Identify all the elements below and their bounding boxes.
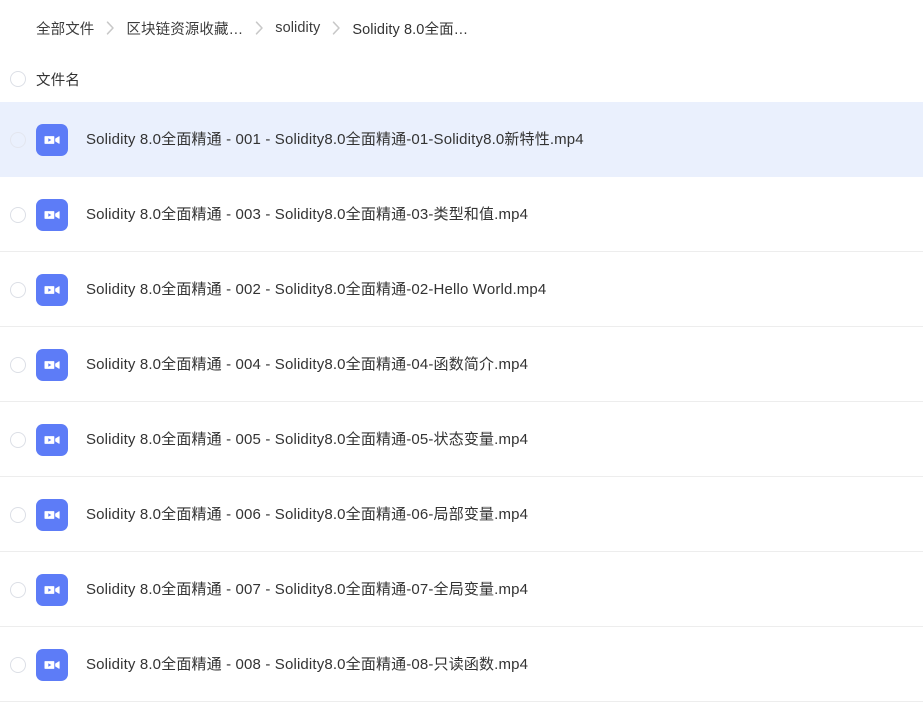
breadcrumb-item-1[interactable]: 全部文件	[36, 18, 94, 39]
file-list: Solidity 8.0全面精通 - 001 - Solidity8.0全面精通…	[0, 102, 923, 702]
file-name-label[interactable]: Solidity 8.0全面精通 - 008 - Solidity8.0全面精通…	[86, 656, 528, 674]
file-select-slot	[0, 506, 36, 523]
file-select-checkbox[interactable]	[10, 431, 26, 448]
list-bottom-divider	[0, 701, 923, 702]
chevron-right-icon	[254, 20, 264, 36]
select-all-checkbox[interactable]	[10, 71, 26, 87]
file-name-label[interactable]: Solidity 8.0全面精通 - 001 - Solidity8.0全面精通…	[86, 131, 584, 149]
video-file-icon	[36, 648, 68, 681]
chevron-right-icon	[331, 20, 341, 36]
file-name-label[interactable]: Solidity 8.0全面精通 - 002 - Solidity8.0全面精通…	[86, 281, 546, 299]
file-row[interactable]: Solidity 8.0全面精通 - 004 - Solidity8.0全面精通…	[0, 327, 923, 402]
video-file-icon	[36, 573, 68, 606]
file-select-checkbox[interactable]	[10, 131, 26, 148]
file-name-label[interactable]: Solidity 8.0全面精通 - 005 - Solidity8.0全面精通…	[86, 431, 528, 449]
file-select-checkbox[interactable]	[10, 356, 26, 373]
video-file-icon	[36, 423, 68, 456]
file-select-slot	[0, 356, 36, 373]
file-row[interactable]: Solidity 8.0全面精通 - 003 - Solidity8.0全面精通…	[0, 177, 923, 252]
video-file-icon	[36, 348, 68, 381]
file-select-slot	[0, 431, 36, 448]
file-list-header: 文件名	[0, 56, 923, 102]
file-name-label[interactable]: Solidity 8.0全面精通 - 007 - Solidity8.0全面精通…	[86, 581, 528, 599]
file-select-checkbox[interactable]	[10, 581, 26, 598]
chevron-right-icon	[105, 20, 115, 36]
file-row[interactable]: Solidity 8.0全面精通 - 006 - Solidity8.0全面精通…	[0, 477, 923, 552]
file-row[interactable]: Solidity 8.0全面精通 - 002 - Solidity8.0全面精通…	[0, 252, 923, 327]
file-name-label[interactable]: Solidity 8.0全面精通 - 004 - Solidity8.0全面精通…	[86, 356, 528, 374]
video-file-icon	[36, 123, 68, 156]
file-row[interactable]: Solidity 8.0全面精通 - 001 - Solidity8.0全面精通…	[0, 102, 923, 177]
breadcrumb-item-2[interactable]: 区块链资源收藏…	[126, 18, 243, 39]
file-select-checkbox[interactable]	[10, 656, 26, 673]
file-select-checkbox[interactable]	[10, 206, 26, 223]
select-all-slot	[0, 71, 36, 87]
file-select-checkbox[interactable]	[10, 506, 26, 523]
breadcrumb-item-4[interactable]: Solidity 8.0全面…	[352, 18, 468, 39]
file-row[interactable]: Solidity 8.0全面精通 - 008 - Solidity8.0全面精通…	[0, 627, 923, 702]
file-select-checkbox[interactable]	[10, 281, 26, 298]
breadcrumb: 全部文件 区块链资源收藏… solidity Solidity 8.0全面…	[0, 0, 923, 56]
video-file-icon	[36, 273, 68, 306]
file-browser-page: 全部文件 区块链资源收藏… solidity Solidity 8.0全面… 文件名 …	[0, 0, 923, 704]
file-select-slot	[0, 206, 36, 223]
file-name-label[interactable]: Solidity 8.0全面精通 - 006 - Solidity8.0全面精通…	[86, 506, 528, 524]
file-name-label[interactable]: Solidity 8.0全面精通 - 003 - Solidity8.0全面精通…	[86, 206, 528, 224]
file-select-slot	[0, 281, 36, 298]
file-select-slot	[0, 131, 36, 148]
file-row[interactable]: Solidity 8.0全面精通 - 005 - Solidity8.0全面精通…	[0, 402, 923, 477]
file-select-slot	[0, 581, 36, 598]
column-header-name: 文件名	[36, 72, 81, 89]
file-row[interactable]: Solidity 8.0全面精通 - 007 - Solidity8.0全面精通…	[0, 552, 923, 627]
video-file-icon	[36, 198, 68, 231]
video-file-icon	[36, 498, 68, 531]
breadcrumb-item-3[interactable]: solidity	[275, 20, 320, 36]
file-select-slot	[0, 656, 36, 673]
